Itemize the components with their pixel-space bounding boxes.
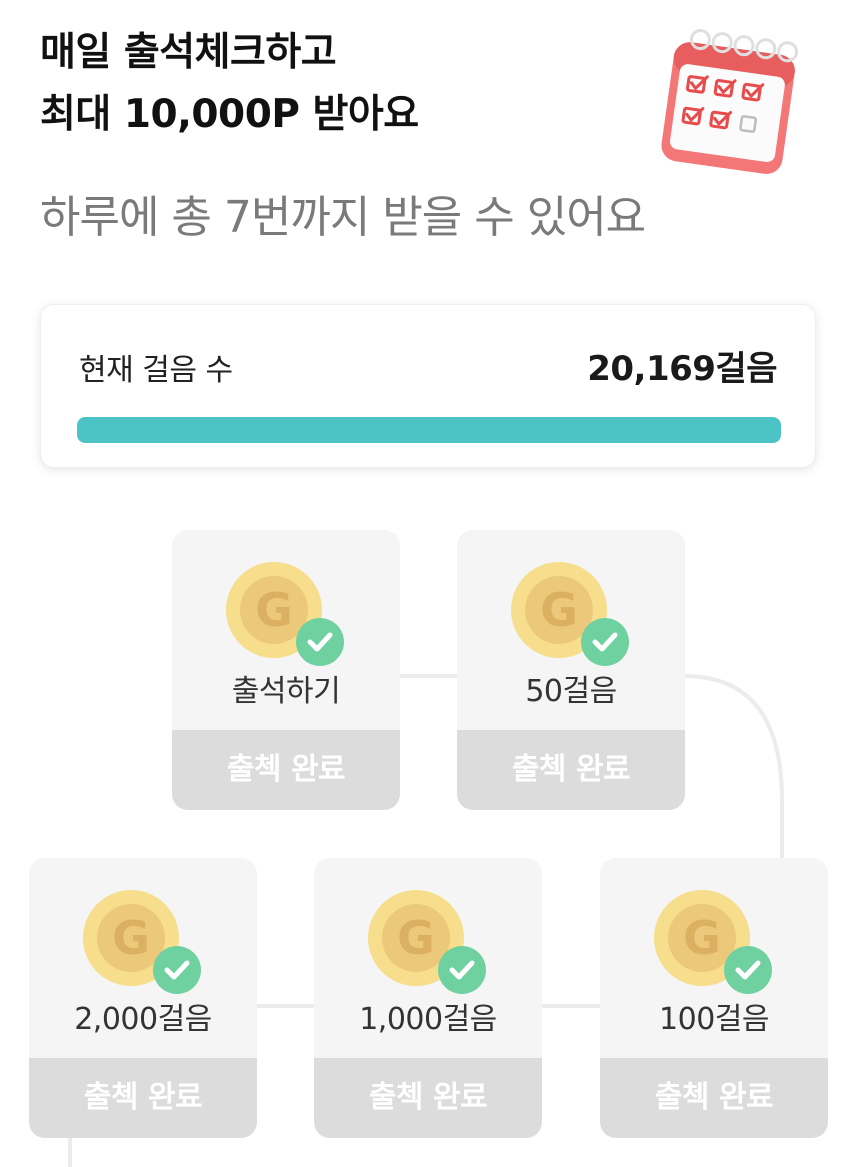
stamp-card-1000-steps[interactable]: G 1,000걸음 출첵 완료 xyxy=(314,858,542,1138)
coin-icon: G xyxy=(511,562,629,666)
stamp-card-2000-steps[interactable]: G 2,000걸음 출첵 완료 xyxy=(29,858,257,1138)
step-count-card: 현재 걸음 수 20,169걸음 xyxy=(40,304,816,468)
stamp-card-50-steps[interactable]: G 50걸음 출첵 완료 xyxy=(457,530,685,810)
step-progress-bar xyxy=(77,417,781,443)
coin-icon: G xyxy=(226,562,344,666)
stamp-status: 출첵 완료 xyxy=(172,730,400,810)
coin-icon: G xyxy=(83,890,201,994)
stamp-label: 50걸음 xyxy=(525,674,617,709)
headline-line-2: 최대 10,000P 받아요 xyxy=(40,92,419,137)
svg-text:G: G xyxy=(255,583,293,637)
headline: 매일 출석체크하고 최대 10,000P 받아요 xyxy=(40,22,640,146)
coin-icon: G xyxy=(368,890,486,994)
step-count-label: 현재 걸음 수 xyxy=(79,353,233,388)
stamp-label: 1,000걸음 xyxy=(359,1002,497,1037)
stamp-status: 출첵 완료 xyxy=(314,1058,542,1138)
headline-line-1: 매일 출석체크하고 xyxy=(40,30,337,75)
subtitle: 하루에 총 7번까지 받을 수 있어요 xyxy=(40,192,646,243)
stamp-label: 100걸음 xyxy=(659,1002,769,1037)
stamp-card-attendance[interactable]: G 출석하기 출첵 완료 xyxy=(172,530,400,810)
svg-text:G: G xyxy=(683,911,721,965)
stamp-status: 출첵 완료 xyxy=(457,730,685,810)
stamp-label: 2,000걸음 xyxy=(74,1002,212,1037)
stamp-card-100-steps[interactable]: G 100걸음 출첵 완료 xyxy=(600,858,828,1138)
step-count-value: 20,169걸음 xyxy=(587,349,777,389)
svg-text:G: G xyxy=(397,911,435,965)
calendar-checklist-icon xyxy=(661,29,799,174)
svg-text:G: G xyxy=(112,911,150,965)
step-progress-fill xyxy=(77,417,781,443)
stamp-status: 출첵 완료 xyxy=(600,1058,828,1138)
coin-icon: G xyxy=(654,890,772,994)
svg-text:G: G xyxy=(540,583,578,637)
stamp-label: 출석하기 xyxy=(231,674,341,709)
stamp-status: 출첵 완료 xyxy=(29,1058,257,1138)
